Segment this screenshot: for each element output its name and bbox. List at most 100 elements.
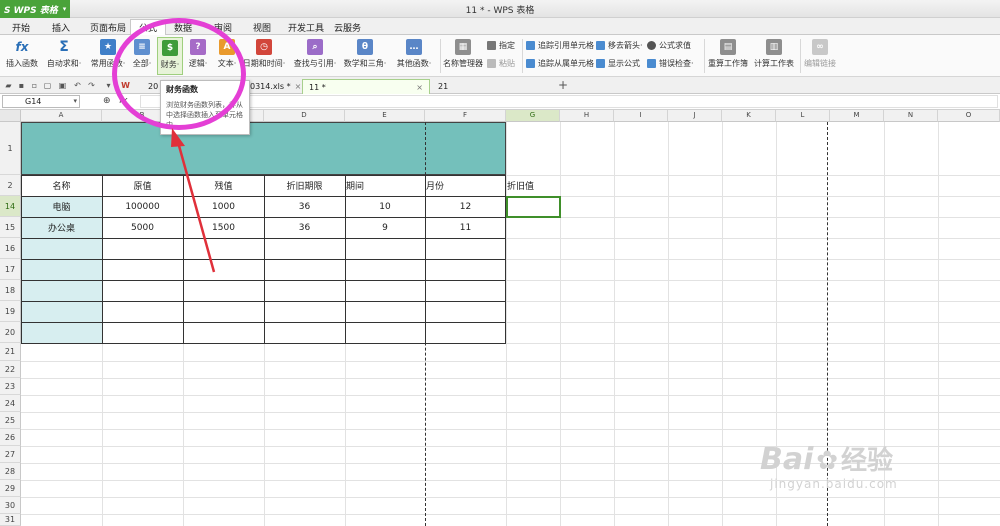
tab-home[interactable]: 开始: [4, 20, 38, 35]
row-header[interactable]: 14: [0, 196, 21, 217]
column-header[interactable]: H: [560, 110, 614, 122]
tab-insert[interactable]: 插入: [44, 20, 78, 35]
remove-arrows-button[interactable]: 移去箭头·: [596, 39, 643, 51]
table-cell[interactable]: 1500: [183, 217, 264, 238]
doc-tab[interactable]: 21: [432, 79, 556, 94]
other-functions-button[interactable]: … 其他函数·: [392, 37, 436, 75]
table-cell[interactable]: 1000: [183, 196, 264, 217]
paw-icon: ✿: [816, 446, 839, 476]
paste-button[interactable]: 粘贴: [487, 57, 515, 69]
table-header-cell[interactable]: 折旧值: [506, 175, 560, 196]
table-header-cell[interactable]: 残值: [183, 175, 264, 196]
merged-title-cell[interactable]: [21, 122, 506, 175]
print-preview-icon[interactable]: ▢: [43, 81, 52, 90]
open-folder-icon[interactable]: ▰: [4, 81, 13, 90]
lookup-functions-button[interactable]: ⌕ 查找与引用·: [292, 37, 338, 75]
table-cell[interactable]: 11: [425, 217, 506, 238]
save-icon[interactable]: ▪: [17, 81, 26, 90]
new-tab-icon[interactable]: +: [558, 79, 568, 91]
evaluate-formula-button[interactable]: 公式求值: [647, 39, 691, 51]
row-header[interactable]: 22: [0, 361, 21, 378]
table-header-cell[interactable]: 名称: [21, 175, 102, 196]
column-header[interactable]: M: [830, 110, 884, 122]
row-header[interactable]: 1: [0, 122, 21, 175]
table-cell[interactable]: 10: [345, 196, 425, 217]
doc-tab[interactable]: 0314.xls * ×: [244, 79, 307, 94]
table-cell[interactable]: 36: [264, 196, 345, 217]
select-all-corner[interactable]: [0, 110, 21, 122]
error-checking-button[interactable]: 错误检查·: [647, 57, 694, 69]
table-cell[interactable]: 36: [264, 217, 345, 238]
tab-developer[interactable]: 开发工具: [280, 20, 332, 35]
formula-input[interactable]: [140, 95, 998, 108]
table-cell[interactable]: 100000: [102, 196, 183, 217]
row-header[interactable]: 28: [0, 463, 21, 480]
table-cell[interactable]: 电脑: [21, 196, 102, 217]
row-header[interactable]: 15: [0, 217, 21, 238]
undo-icon[interactable]: ↶: [73, 81, 82, 90]
calc-sheet-button[interactable]: ▥ 计算工作表: [752, 37, 796, 75]
row-header[interactable]: 19: [0, 301, 21, 322]
gridline: [21, 395, 1000, 396]
column-header[interactable]: O: [938, 110, 1000, 122]
row-header[interactable]: 16: [0, 238, 21, 259]
column-header[interactable]: F: [425, 110, 506, 122]
column-header[interactable]: L: [776, 110, 830, 122]
column-header[interactable]: G: [506, 110, 560, 122]
row-header[interactable]: 2: [0, 175, 21, 196]
show-formulas-button[interactable]: 显示公式: [596, 57, 640, 69]
row-header[interactable]: 21: [0, 343, 21, 361]
close-icon[interactable]: ×: [416, 83, 423, 92]
row-header[interactable]: 17: [0, 259, 21, 280]
row-header[interactable]: 24: [0, 395, 21, 412]
math-functions-button[interactable]: θ 数学和三角·: [342, 37, 388, 75]
table-cell[interactable]: 12: [425, 196, 506, 217]
chevron-down-icon[interactable]: ▾: [104, 81, 113, 90]
row-header[interactable]: 23: [0, 378, 21, 395]
active-cell[interactable]: [506, 196, 561, 218]
table-header-cell[interactable]: 期间: [345, 175, 425, 196]
insert-function-button[interactable]: fx 插入函数: [4, 37, 40, 75]
name-manager-button[interactable]: ▦ 名称管理器: [442, 37, 484, 75]
row-header[interactable]: 25: [0, 412, 21, 429]
row-header[interactable]: 30: [0, 497, 21, 514]
row-header[interactable]: 29: [0, 480, 21, 497]
row-header[interactable]: 18: [0, 280, 21, 301]
close-icon[interactable]: ×: [295, 82, 302, 91]
redo-icon[interactable]: ↷: [87, 81, 96, 90]
trace-precedents-button[interactable]: 追踪引用单元格: [526, 39, 594, 51]
assign-button[interactable]: 指定: [487, 39, 515, 51]
tab-page-layout[interactable]: 页面布局: [82, 20, 134, 35]
column-header[interactable]: K: [722, 110, 776, 122]
table-cell[interactable]: 5000: [102, 217, 183, 238]
row-header[interactable]: 20: [0, 322, 21, 343]
format-painter-icon[interactable]: ▣: [58, 81, 67, 90]
table-cell[interactable]: 办公桌: [21, 217, 102, 238]
tab-cloud[interactable]: 云服务: [326, 20, 369, 35]
column-header[interactable]: I: [614, 110, 668, 122]
edit-links-button[interactable]: ∞ 编辑链接: [802, 37, 838, 75]
evaluate-formula-icon: [647, 40, 656, 50]
table-header-cell[interactable]: 折旧期限: [264, 175, 345, 196]
doc-tab-active[interactable]: 11 * ×: [302, 79, 430, 94]
date-time-functions-button[interactable]: ◷ 日期和时间·: [243, 37, 285, 75]
table-header-cell[interactable]: 月份: [425, 175, 506, 196]
zoom-icon[interactable]: ⊕: [103, 96, 111, 106]
row-header[interactable]: 31: [0, 514, 21, 526]
tab-view[interactable]: 视图: [245, 20, 279, 35]
recalc-workbook-button[interactable]: ▤ 重算工作簿: [706, 37, 750, 75]
row-header[interactable]: 27: [0, 446, 21, 463]
title-bar: S WPS 表格 ▾ 11 * - WPS 表格: [0, 0, 1000, 18]
trace-dependents-button[interactable]: 追踪从属单元格: [526, 57, 594, 69]
table-cell[interactable]: 9: [345, 217, 425, 238]
column-header[interactable]: D: [264, 110, 345, 122]
table-header-cell[interactable]: 原值: [102, 175, 183, 196]
column-header[interactable]: A: [21, 110, 102, 122]
column-header[interactable]: J: [668, 110, 722, 122]
autosum-button[interactable]: Σ 自动求和·: [44, 37, 84, 75]
row-header[interactable]: 26: [0, 429, 21, 446]
column-header[interactable]: N: [884, 110, 938, 122]
column-header[interactable]: E: [345, 110, 425, 122]
cell-reference-box[interactable]: G14 ▾: [2, 95, 80, 108]
print-icon[interactable]: ▫: [30, 81, 39, 90]
